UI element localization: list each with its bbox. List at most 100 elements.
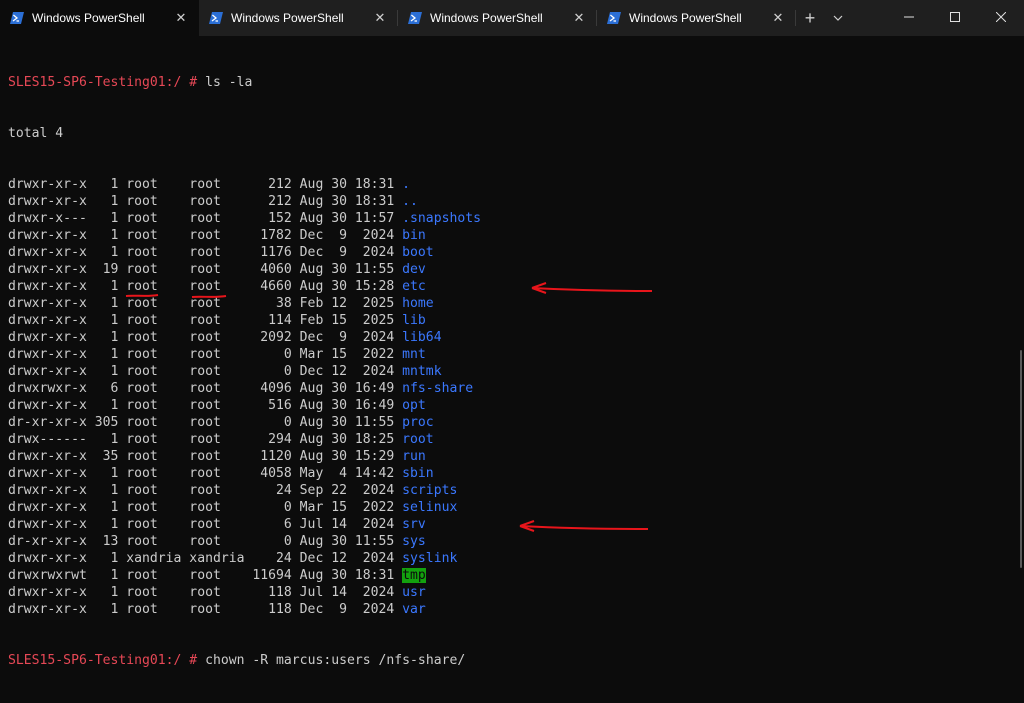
entry-name: mntmk [402,364,442,379]
listing-row: drwxr-xr-x 1 root root 114 Feb 15 2025 l… [8,312,481,329]
entry-name: run [402,449,426,464]
entry-metadata: drwx------ 1 root root 294 Aug 30 18:25 [8,432,403,447]
listing-row: drwxr-x--- 1 root root 152 Aug 30 11:57 … [8,210,481,227]
tab-powershell-1[interactable]: Windows PowerShell ✕ [0,0,199,36]
entry-name: root [402,432,434,447]
close-tab-icon[interactable]: ✕ [370,8,390,28]
entry-metadata: drwxr-xr-x 1 root root 4058 May 4 14:42 [8,466,403,481]
close-window-button[interactable] [978,0,1024,36]
chevron-down-icon [833,15,843,21]
entry-metadata: drwxr-xr-x 1 root root 516 Aug 30 16:49 [8,398,403,413]
listing-row: drwxr-xr-x 1 root root 4058 May 4 14:42 … [8,465,481,482]
listing-row: drwx------ 1 root root 294 Aug 30 18:25 … [8,431,481,448]
tab-powershell-4[interactable]: Windows PowerShell ✕ [597,0,796,36]
plus-icon: + [804,7,816,28]
command-text: ls -la [197,75,253,90]
entry-name: srv [402,517,426,532]
tab-label: Windows PowerShell [32,11,145,25]
titlebar-drag-region[interactable] [852,0,886,36]
command-line-ls: SLES15-SP6-Testing01:/ # ls -la [8,74,481,91]
entry-metadata: drwxr-xr-x 1 root root 1782 Dec 9 2024 [8,228,403,243]
entry-metadata: drwxr-xr-x 1 root root 212 Aug 30 18:31 [8,194,403,209]
scrollbar[interactable] [1020,350,1022,568]
tab-powershell-3[interactable]: Windows PowerShell ✕ [398,0,597,36]
entry-metadata: drwxr-xr-x 1 root root 118 Dec 9 2024 [8,602,403,617]
entry-metadata: drwxr-xr-x 1 root root 0 Mar 15 2022 [8,347,403,362]
minimize-button[interactable] [886,0,932,36]
listing-row: drwxr-xr-x 1 root root 516 Aug 30 16:49 … [8,397,481,414]
terminal-output[interactable]: SLES15-SP6-Testing01:/ # ls -la total 4 … [8,40,481,703]
entry-name: mnt [402,347,426,362]
listing-row: drwxrwxr-x 6 root root 4096 Aug 30 16:49… [8,380,481,397]
entry-metadata: drwxr-xr-x 19 root root 4060 Aug 30 11:5… [8,262,403,277]
entry-metadata: drwxr-x--- 1 root root 152 Aug 30 11:57 [8,211,403,226]
entry-name: . [402,177,411,192]
entry-name: syslink [402,551,458,566]
command-line-chown: SLES15-SP6-Testing01:/ # chown -R marcus… [8,652,481,669]
entry-name: var [402,602,426,617]
entry-name: sbin [402,466,434,481]
shell-prompt: SLES15-SP6-Testing01:/ # [8,653,198,668]
entry-metadata: drwxr-xr-x 1 root root 0 Dec 12 2024 [8,364,403,379]
listing-row: drwxr-xr-x 1 root root 1782 Dec 9 2024 b… [8,227,481,244]
close-tab-icon[interactable]: ✕ [768,8,788,28]
entry-metadata: dr-xr-xr-x 13 root root 0 Aug 30 11:55 [8,534,403,549]
tab-label: Windows PowerShell [629,11,742,25]
entry-name: opt [402,398,426,413]
entry-name: bin [402,228,426,243]
tab-label: Windows PowerShell [430,11,543,25]
entry-metadata: drwxrwxrwt 1 root root 11694 Aug 30 18:3… [8,568,403,583]
listing-row: drwxr-xr-x 1 root root 118 Dec 9 2024 va… [8,601,481,618]
powershell-icon [209,11,223,25]
close-tab-icon[interactable]: ✕ [171,8,191,28]
tab-label: Windows PowerShell [231,11,344,25]
listing-row: drwxr-xr-x 1 root root 212 Aug 30 18:31 … [8,176,481,193]
entry-metadata: drwxr-xr-x 1 root root 24 Sep 22 2024 [8,483,403,498]
maximize-icon [950,9,960,27]
entry-metadata: drwxr-xr-x 1 root root 4660 Aug 30 15:28 [8,279,403,294]
entry-metadata: drwxr-xr-x 1 root root 114 Feb 15 2025 [8,313,403,328]
listing-row: drwxr-xr-x 1 root root 1176 Dec 9 2024 b… [8,244,481,261]
terminal-pane[interactable]: SLES15-SP6-Testing01:/ # ls -la total 4 … [0,36,1024,668]
close-tab-icon[interactable]: ✕ [569,8,589,28]
listing-row: drwxr-xr-x 1 root root 0 Mar 15 2022 mnt [8,346,481,363]
minimize-icon [904,9,914,27]
powershell-icon [10,11,24,25]
powershell-icon [607,11,621,25]
maximize-button[interactable] [932,0,978,36]
new-tab-button[interactable]: + [796,0,824,36]
listing-row: drwxr-xr-x 1 root root 212 Aug 30 18:31 … [8,193,481,210]
total-line: total 4 [8,126,64,141]
tab-powershell-2[interactable]: Windows PowerShell ✕ [199,0,398,36]
tab-dropdown-button[interactable] [824,0,852,36]
listing-row: drwxr-xr-x 1 root root 0 Dec 12 2024 mnt… [8,363,481,380]
entry-name: .. [402,194,418,209]
entry-name: .snapshots [402,211,481,226]
title-bar: Windows PowerShell ✕ Windows PowerShell … [0,0,1024,36]
entry-name: usr [402,585,426,600]
entry-name: boot [402,245,434,260]
entry-metadata: drwxr-xr-x 35 root root 1120 Aug 30 15:2… [8,449,403,464]
listing-row: drwxr-xr-x 35 root root 1120 Aug 30 15:2… [8,448,481,465]
listing-row: drwxr-xr-x 19 root root 4060 Aug 30 11:5… [8,261,481,278]
entry-name: selinux [402,500,458,515]
tab-divider [795,10,796,26]
entry-name: nfs-share [402,381,474,396]
entry-metadata: dr-xr-xr-x 305 root root 0 Aug 30 11:55 [8,415,403,430]
listing-row: drwxr-xr-x 1 root root 2092 Dec 9 2024 l… [8,329,481,346]
entry-name: home [402,296,434,311]
listing-row: drwxr-xr-x 1 root root 6 Jul 14 2024 srv [8,516,481,533]
entry-metadata: drwxr-xr-x 1 root root 118 Jul 14 2024 [8,585,403,600]
listing-row: drwxr-xr-x 1 root root 0 Mar 15 2022 sel… [8,499,481,516]
powershell-icon [408,11,422,25]
entry-name: proc [402,415,434,430]
entry-metadata: drwxrwxr-x 6 root root 4096 Aug 30 16:49 [8,381,403,396]
entry-name: lib [402,313,426,328]
listing-row: dr-xr-xr-x 305 root root 0 Aug 30 11:55 … [8,414,481,431]
entry-metadata: drwxr-xr-x 1 root root 38 Feb 12 2025 [8,296,403,311]
listing-row: dr-xr-xr-x 13 root root 0 Aug 30 11:55 s… [8,533,481,550]
entry-metadata: drwxr-xr-x 1 root root 212 Aug 30 18:31 [8,177,403,192]
entry-name: dev [402,262,426,277]
listing-row: drwxr-xr-x 1 root root 4660 Aug 30 15:28… [8,278,481,295]
entry-metadata: drwxr-xr-x 1 root root 2092 Dec 9 2024 [8,330,403,345]
